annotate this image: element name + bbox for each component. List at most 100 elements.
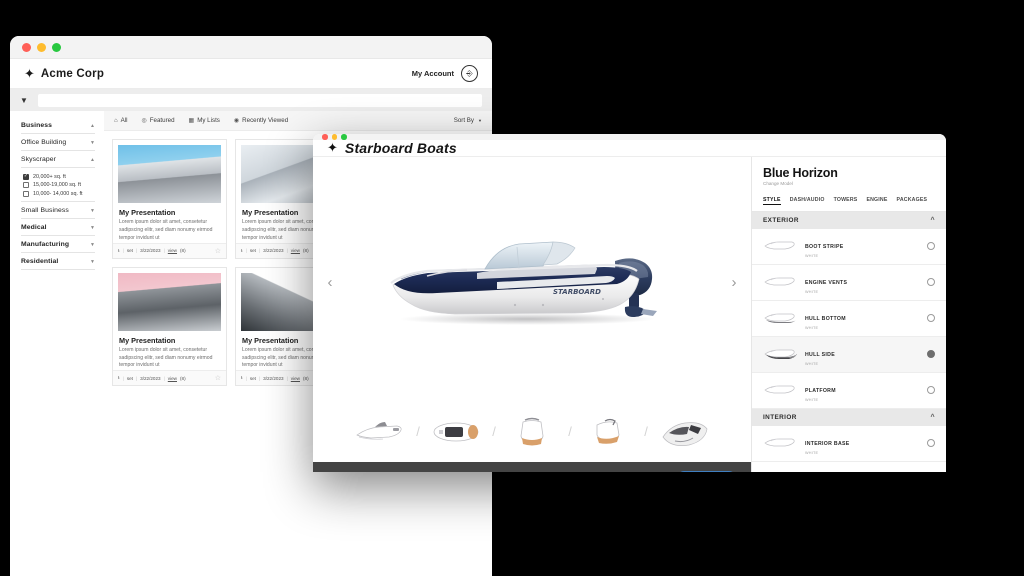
sidebar-facet-manufacturing[interactable]: Manufacturing ▼ xyxy=(21,236,95,253)
user-avatar-icon[interactable]: ⎆ xyxy=(461,65,478,82)
option-radio[interactable] xyxy=(927,386,935,394)
checkbox-checked-icon[interactable]: ✓ xyxy=(23,173,29,180)
sidebar-facet-medical[interactable]: Medical ▼ xyxy=(21,219,95,236)
window-minimize-button[interactable] xyxy=(37,42,46,52)
checkbox-icon[interactable] xyxy=(23,190,29,197)
sidebar-facet-skyscraper[interactable]: Skyscraper ▲ xyxy=(21,151,95,168)
chevron-up-icon[interactable]: ^ xyxy=(931,414,936,421)
sparkle-icon: ✦ xyxy=(24,66,35,81)
option-name: HULL SIDE xyxy=(805,351,835,358)
tab-my-lists[interactable]: ▦ My Lists xyxy=(189,117,220,124)
submit-button[interactable]: SUBMIT xyxy=(676,471,737,472)
chevron-down-icon: ▼ xyxy=(90,258,95,265)
option-tab-towers[interactable]: TOWERS xyxy=(834,197,858,205)
option-value: WHITE xyxy=(805,253,819,258)
svg-text:STARBOARD: STARBOARD xyxy=(553,288,601,296)
tab-featured[interactable]: ◎ Featured xyxy=(142,117,175,124)
sort-by-label: Sort By xyxy=(453,117,475,124)
card-view-link[interactable]: view xyxy=(168,376,177,381)
option-tab-engine[interactable]: ENGINE xyxy=(866,197,887,205)
option-text: PLATFORM WHITE xyxy=(805,379,836,402)
change-model-link[interactable]: Change Model xyxy=(763,181,935,186)
checkbox-row[interactable]: 10,000- 14,000 sq. ft xyxy=(23,190,95,197)
download-icon[interactable]: ⭳ xyxy=(118,374,120,382)
chevron-down-icon: ▼ xyxy=(90,224,95,231)
presentation-card[interactable]: My PresentationLorem ipsum dolor sit ame… xyxy=(112,139,227,259)
filter-icon[interactable]: ▼ xyxy=(20,96,28,105)
search-bar: ▼ xyxy=(10,89,492,111)
download-icon[interactable]: ⭳ xyxy=(241,247,243,255)
separator: | xyxy=(258,375,261,381)
option-radio[interactable] xyxy=(927,314,935,322)
option-row[interactable]: ENGINE VENTS WHITE xyxy=(752,264,946,301)
window-maximize-button[interactable] xyxy=(52,42,61,52)
sidebar-facet-small-business[interactable]: Small Business ▼ xyxy=(21,202,95,219)
chevron-left-icon[interactable]: ‹ xyxy=(319,274,341,291)
option-radio[interactable] xyxy=(927,242,935,250)
boat-silhouette-icon xyxy=(763,436,797,450)
checkbox-row[interactable]: 15,000-19,000 sq. ft xyxy=(23,182,95,188)
thumbnail-boat-view-stern[interactable] xyxy=(576,417,640,447)
card-date: 3/22/2023 xyxy=(263,248,284,254)
option-row[interactable]: BOOT STRIPE WHITE xyxy=(752,228,946,265)
option-row[interactable]: PLATFORM WHITE xyxy=(752,372,946,409)
facet-label: Skyscraper xyxy=(21,156,56,163)
card-view-link[interactable]: view xyxy=(291,376,300,381)
download-icon[interactable]: ⭳ xyxy=(241,374,243,382)
content-toolbar: ⌂ All ◎ Featured ▦ My Lists ◉ Recently V… xyxy=(104,111,492,131)
sidebar-facet-business[interactable]: Business ▲ xyxy=(21,117,95,134)
option-row[interactable]: HULL BOTTOM WHITE xyxy=(752,300,946,337)
thumbnail-boat-view-interior[interactable] xyxy=(652,417,716,447)
chevron-down-icon: ▼ xyxy=(478,118,482,123)
search-input[interactable] xyxy=(37,93,482,107)
option-radio[interactable] xyxy=(927,278,935,286)
option-tab-style[interactable]: STYLE xyxy=(763,197,781,205)
thumbnail-boat-view-profile[interactable] xyxy=(348,419,412,445)
option-name: HULL BOTTOM xyxy=(805,315,846,322)
checkbox-row[interactable]: ✓ 20,000+ sq. ft xyxy=(23,173,95,180)
section-header-interior[interactable]: INTERIOR ^ xyxy=(752,408,946,426)
chevron-right-icon[interactable]: › xyxy=(723,274,745,291)
separator: | xyxy=(135,248,138,254)
sidebar-facet-residential[interactable]: Residential ▼ xyxy=(21,253,95,270)
sort-by-dropdown[interactable]: Sort By ▼ xyxy=(454,117,482,124)
separator: | xyxy=(286,375,288,381)
presentation-card[interactable]: My PresentationLorem ipsum dolor sit ame… xyxy=(112,266,227,387)
modal-title: Starboard Boats xyxy=(344,139,457,156)
option-name: ENGINE VENTS xyxy=(805,279,848,286)
favorite-star-icon[interactable]: ☆ xyxy=(215,374,221,382)
thumbnail-boat-view-bow[interactable] xyxy=(500,416,564,448)
card-thumbnail xyxy=(118,272,221,331)
option-row[interactable]: HULL SIDE WHITE xyxy=(752,336,946,373)
section-header-exterior[interactable]: EXTERIOR ^ xyxy=(752,211,946,229)
chevron-up-icon[interactable]: ^ xyxy=(931,217,936,224)
chevron-up-icon: ▲ xyxy=(90,156,95,163)
option-radio[interactable] xyxy=(927,439,935,447)
thumbnail-boat-view-top[interactable] xyxy=(424,417,488,447)
favorite-star-icon[interactable]: ☆ xyxy=(215,247,221,255)
card-view-link[interactable]: view xyxy=(291,248,300,253)
download-icon[interactable]: ⭳ xyxy=(118,247,120,255)
tab-all[interactable]: ⌂ All xyxy=(114,117,128,124)
list-icon: ▦ xyxy=(188,118,195,124)
brand[interactable]: ✦ Acme Corp xyxy=(24,67,104,80)
card-view-count: (8) xyxy=(303,375,309,381)
option-row[interactable]: INTERIOR BASE WHITE xyxy=(752,425,946,462)
option-text: HULL BOTTOM WHITE xyxy=(805,307,846,330)
option-value: WHITE xyxy=(805,397,819,402)
chevron-up-icon: ▲ xyxy=(90,122,95,129)
option-row[interactable]: INTERIOR 2ND BASEWHITE xyxy=(752,461,946,472)
section-label: EXTERIOR xyxy=(763,216,799,224)
card-view-link[interactable]: view xyxy=(168,248,177,253)
option-tab-packages[interactable]: PACKAGES xyxy=(897,197,928,205)
model-title: Blue Horizon xyxy=(763,165,838,180)
tab-recently-viewed[interactable]: ◉ Recently Viewed xyxy=(234,117,288,124)
checkbox-icon[interactable] xyxy=(23,182,29,188)
sidebar-facet-office-building[interactable]: Office Building ▼ xyxy=(21,134,95,151)
window-close-button[interactable] xyxy=(22,42,31,52)
option-radio[interactable] xyxy=(927,350,935,358)
card-view-count: (8) xyxy=(180,375,186,381)
option-tab-dash-audio[interactable]: DASH/AUDIO xyxy=(790,197,825,205)
card-set-label: set xyxy=(249,375,256,381)
my-account-button[interactable]: My Account ⎆ xyxy=(412,65,478,82)
